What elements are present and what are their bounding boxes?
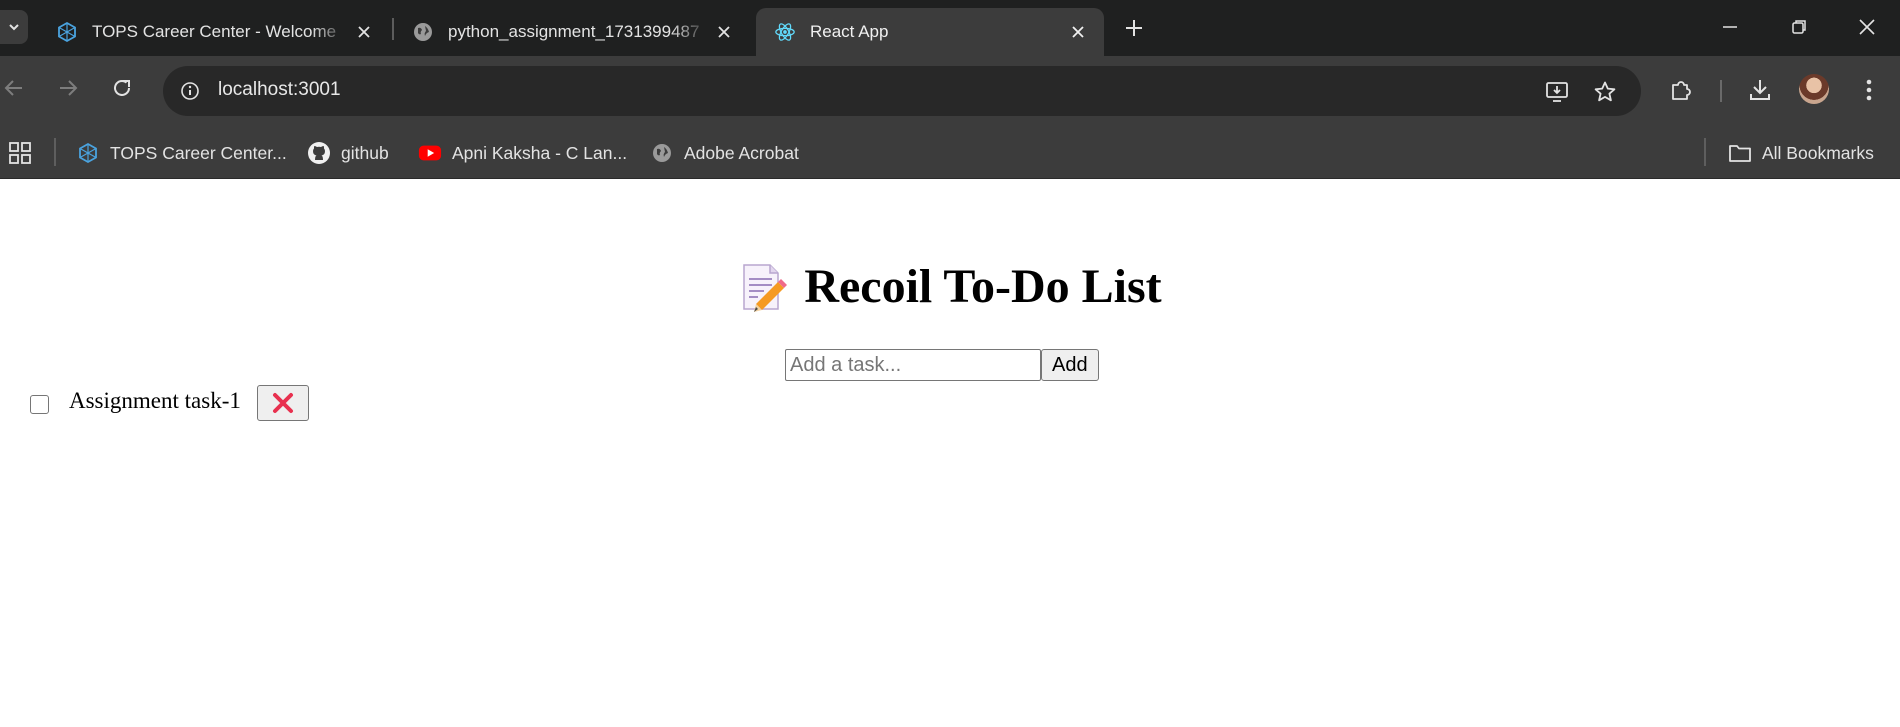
task-input[interactable] <box>785 349 1041 381</box>
tab-search-button[interactable] <box>0 10 28 44</box>
bookmark-label: Adobe Acrobat <box>684 142 799 163</box>
youtube-icon <box>418 141 442 165</box>
bookmarks-separator <box>1704 138 1706 166</box>
plus-icon <box>1126 20 1142 36</box>
reload-button[interactable] <box>102 68 142 108</box>
reload-icon <box>114 79 130 96</box>
bookmark-label: github <box>341 142 389 163</box>
bookmark-label: Apni Kaksha - C Lan... <box>452 142 628 163</box>
address-url: localhost:3001 <box>218 79 341 100</box>
globe-icon <box>650 141 674 165</box>
tops-logo-icon <box>76 141 100 165</box>
bookmarks-bar: TOPS Career Center... github Apni Kaksha… <box>0 126 1900 179</box>
apps-button[interactable] <box>8 138 32 168</box>
red-x-icon <box>272 393 293 413</box>
downloads-icon[interactable] <box>1740 70 1780 110</box>
bookmark-apni-kaksha[interactable]: Apni Kaksha - C Lan... <box>418 138 627 168</box>
tab-title: React App <box>810 22 889 41</box>
tab-title: python_assignment_1731399487 <box>448 22 700 41</box>
page-content: Recoil To-Do List Add Assignment task-1 <box>0 179 1900 727</box>
back-button[interactable] <box>0 68 34 108</box>
close-icon <box>1859 19 1875 35</box>
bookmark-github[interactable]: github <box>307 138 389 168</box>
globe-icon <box>412 21 434 43</box>
tab-react-app[interactable]: React App <box>756 8 1104 56</box>
site-info-icon[interactable] <box>177 78 203 104</box>
arrow-left-icon <box>4 80 22 96</box>
profile-avatar[interactable] <box>1799 74 1829 104</box>
tab-tops-career[interactable]: TOPS Career Center - Welcome <box>38 8 390 56</box>
toolbar-divider <box>1720 80 1722 102</box>
add-button[interactable]: Add <box>1041 349 1099 381</box>
address-bar[interactable]: localhost:3001 <box>163 66 1641 116</box>
browser-toolbar: localhost:3001 <box>0 56 1900 126</box>
restore-button[interactable] <box>1764 0 1834 54</box>
all-bookmarks-button[interactable]: All Bookmarks <box>1728 138 1874 168</box>
tab-python-assignment[interactable]: python_assignment_1731399487 <box>394 8 750 56</box>
apps-grid-icon <box>9 142 31 164</box>
memo-pencil-icon <box>743 263 788 312</box>
tab-title: TOPS Career Center - Welcome <box>92 22 337 41</box>
restore-icon <box>1792 20 1806 34</box>
list-item: Assignment task-1 <box>30 381 309 421</box>
bookmark-tops-career[interactable]: TOPS Career Center... <box>76 138 287 168</box>
tops-logo-icon <box>56 21 78 43</box>
page-title: Recoil To-Do List <box>804 260 1162 313</box>
browser-tabstrip: TOPS Career Center - Welcome python_assi… <box>0 0 1900 56</box>
forward-button[interactable] <box>48 68 88 108</box>
bookmark-star-icon[interactable] <box>1589 76 1621 108</box>
add-task-form: Add <box>785 349 1099 381</box>
react-logo-icon <box>774 21 796 43</box>
chevron-down-icon <box>9 24 19 31</box>
tab-close-icon[interactable] <box>1064 18 1092 46</box>
more-menu-icon[interactable] <box>1849 70 1889 110</box>
bookmark-label: TOPS Career Center... <box>110 142 287 163</box>
tab-close-icon[interactable] <box>710 18 738 46</box>
all-bookmarks-label: All Bookmarks <box>1762 142 1874 163</box>
delete-task-button[interactable] <box>256 385 309 421</box>
task-text: Assignment task-1 <box>69 388 241 413</box>
bookmarks-separator <box>54 138 56 166</box>
folder-icon <box>1728 141 1752 165</box>
task-checkbox[interactable] <box>30 394 49 414</box>
arrow-right-icon <box>60 80 78 96</box>
app-heading: Recoil To-Do List <box>0 259 1900 317</box>
install-app-icon[interactable] <box>1541 76 1573 108</box>
minimize-button[interactable] <box>1695 0 1765 54</box>
github-icon <box>307 141 331 165</box>
bookmark-adobe-acrobat[interactable]: Adobe Acrobat <box>650 138 799 168</box>
new-tab-button[interactable] <box>1116 12 1152 44</box>
extensions-icon[interactable] <box>1661 70 1701 110</box>
minimize-icon <box>1723 26 1737 28</box>
tab-close-icon[interactable] <box>350 18 378 46</box>
close-window-button[interactable] <box>1832 0 1900 54</box>
